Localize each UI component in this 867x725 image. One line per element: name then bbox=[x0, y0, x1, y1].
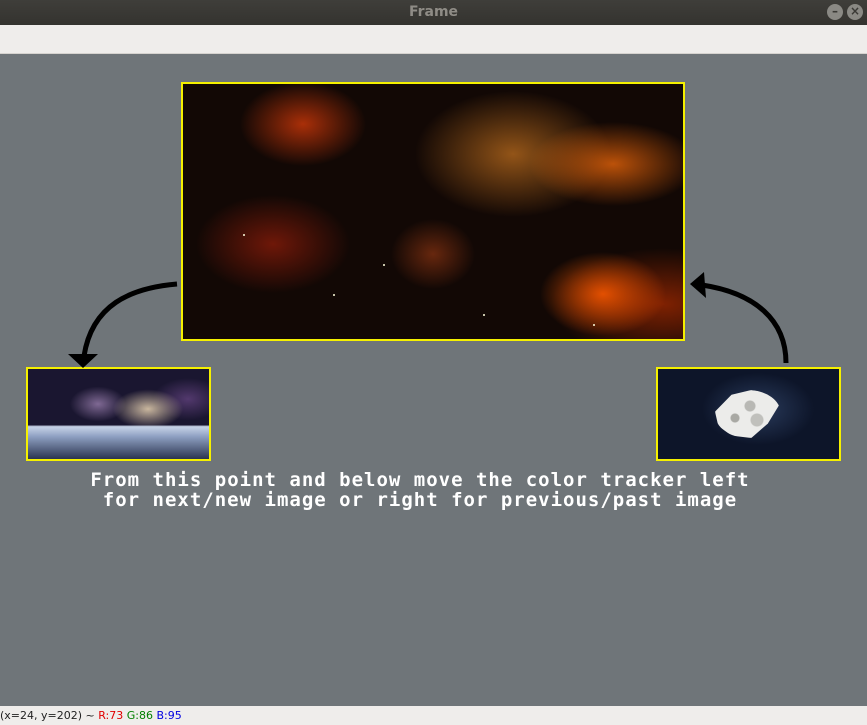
curved-arrow-left-down-icon bbox=[68, 281, 178, 368]
cursor-coords: (x=24, y=202) ~ bbox=[0, 709, 95, 722]
status-bar: (x=24, y=202) ~ R:73 G:86 B:95 bbox=[0, 706, 867, 725]
curved-arrow-right-up-icon bbox=[690, 272, 789, 364]
caption-line-1: From this point and below move the color… bbox=[90, 469, 750, 491]
arrows-layer bbox=[68, 272, 789, 368]
red-value: R:73 bbox=[98, 709, 124, 722]
green-value: G:86 bbox=[126, 709, 153, 722]
blue-value: B:95 bbox=[156, 709, 182, 722]
caption-line-2: for next/new image or right for previous… bbox=[102, 489, 738, 511]
